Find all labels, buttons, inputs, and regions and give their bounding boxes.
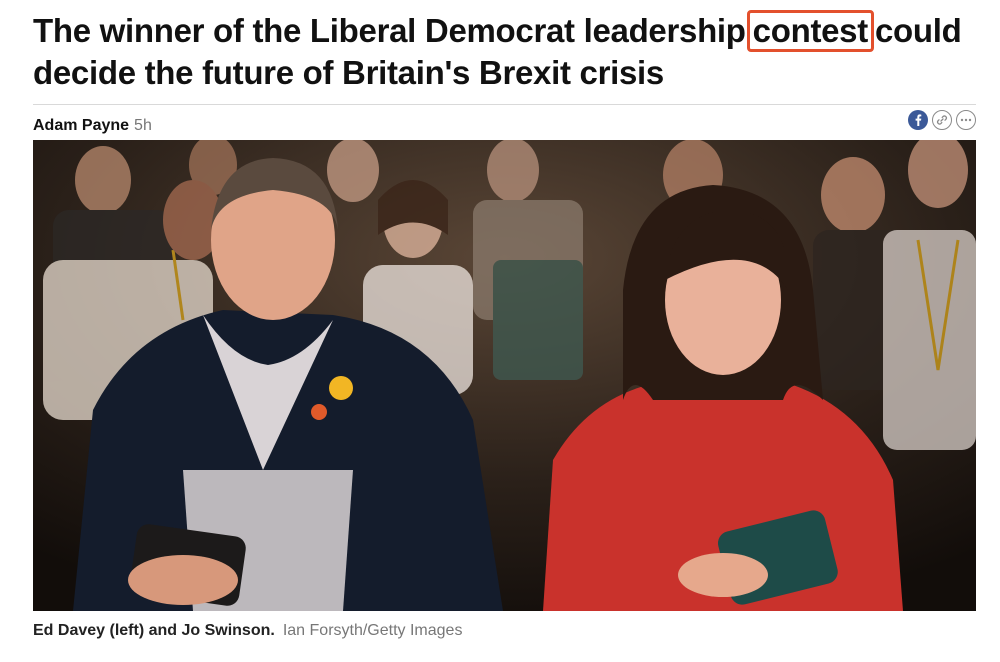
caption-subjects: Ed Davey (left) and Jo Swinson. <box>33 622 275 639</box>
author-link[interactable]: Adam Payne <box>33 117 129 134</box>
publish-time: 5h <box>134 117 152 134</box>
headline-divider <box>33 104 976 105</box>
copy-link-button[interactable] <box>932 110 952 130</box>
photo-credit: Ian Forsyth/Getty Images <box>282 622 463 639</box>
facebook-share-button[interactable] <box>908 110 928 130</box>
link-icon <box>936 115 948 125</box>
photo-caption: Ed Davey (left) and Jo Swinson. Ian Forsy… <box>33 621 462 641</box>
headline-text-start: The winner of the Liberal Democrat leade… <box>33 12 746 49</box>
facebook-icon <box>915 114 922 126</box>
more-share-button[interactable] <box>956 110 976 130</box>
article-photo <box>33 140 976 611</box>
article-headline: The winner of the Liberal Democrat leade… <box>33 10 983 93</box>
share-bar <box>908 110 976 130</box>
byline: Adam Payne 5h <box>33 116 152 136</box>
crowd-photo-illustration <box>33 140 976 611</box>
more-icon <box>960 118 972 122</box>
highlighted-word: contest <box>746 10 874 52</box>
